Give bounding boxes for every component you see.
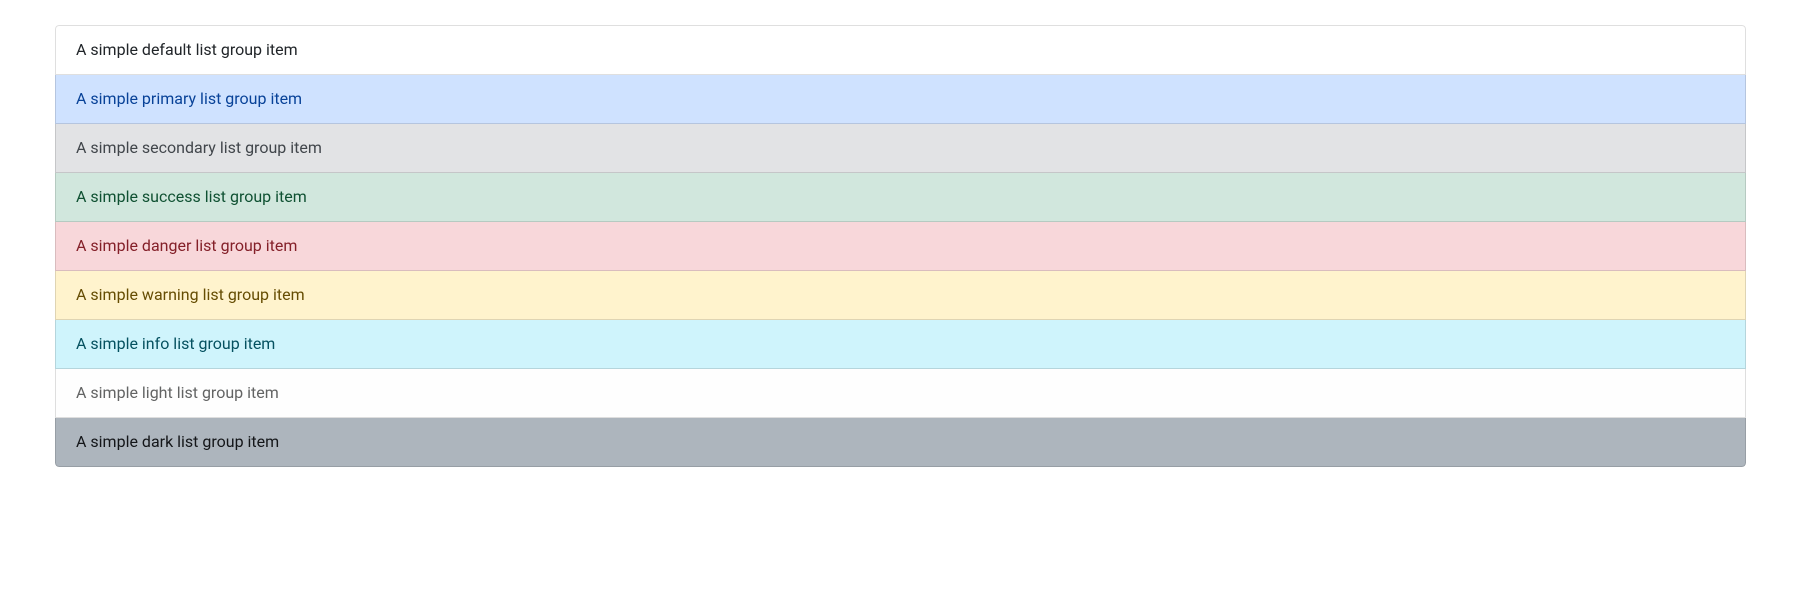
list-item-light: A simple light list group item [55,369,1746,418]
list-item-danger: A simple danger list group item [55,222,1746,271]
list-item-default: A simple default list group item [55,25,1746,75]
list-item-dark: A simple dark list group item [55,418,1746,467]
list-item-success: A simple success list group item [55,173,1746,222]
list-item-primary: A simple primary list group item [55,75,1746,124]
list-item-secondary: A simple secondary list group item [55,124,1746,173]
list-item-info: A simple info list group item [55,320,1746,369]
list-item-warning: A simple warning list group item [55,271,1746,320]
list-group: A simple default list group item A simpl… [55,25,1746,467]
